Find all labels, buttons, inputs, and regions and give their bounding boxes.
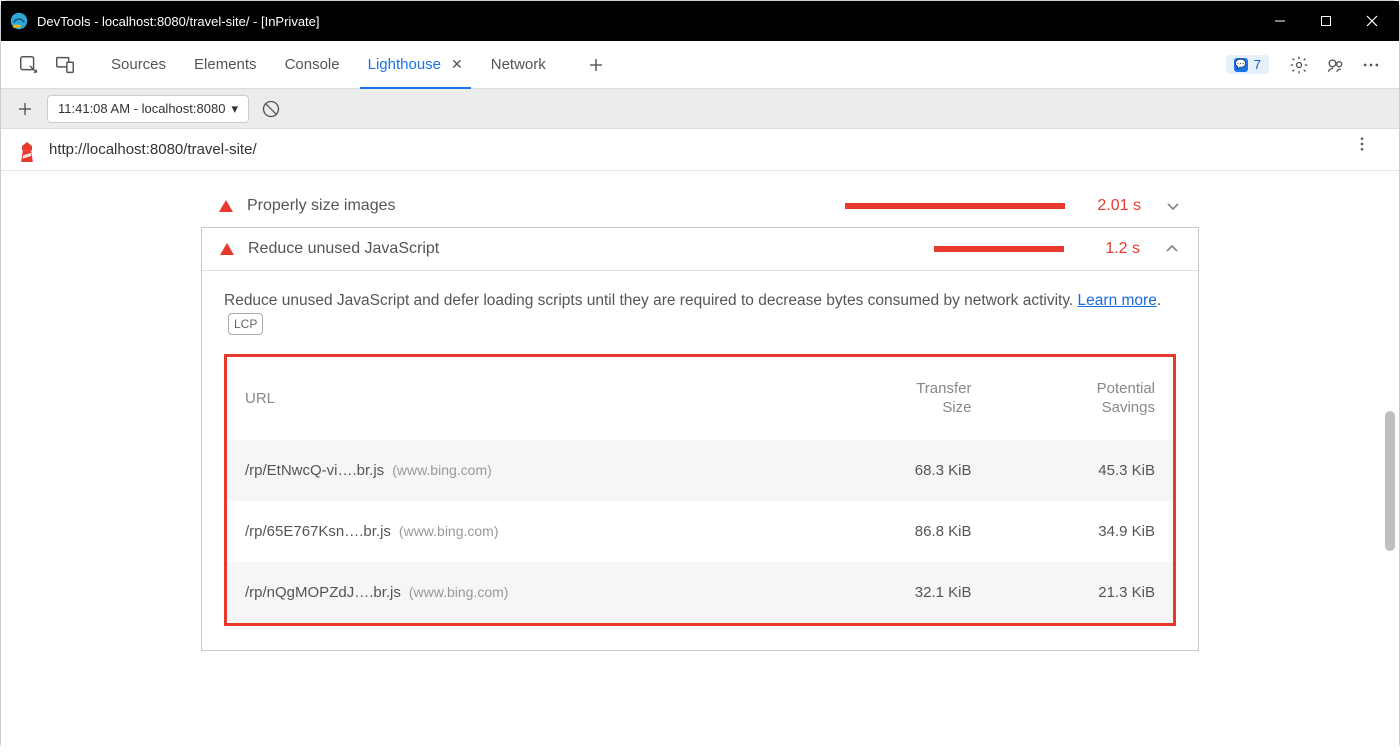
audit-metric: 1.2 s <box>1092 240 1140 258</box>
audit-title: Properly size images <box>247 197 396 215</box>
audit-description: Reduce unused JavaScript and defer loadi… <box>224 289 1176 336</box>
learn-more-link[interactable]: Learn more <box>1078 292 1157 309</box>
transfer-size: 32.1 KiB <box>809 562 989 623</box>
table-row[interactable]: /rp/EtNwcQ-vi….br.js (www.bing.com) 68.3 … <box>227 440 1173 501</box>
clear-icon[interactable] <box>257 95 285 123</box>
chevron-up-icon[interactable] <box>1164 241 1180 257</box>
more-menu-icon[interactable] <box>1353 47 1389 83</box>
window-minimize-button[interactable] <box>1257 1 1303 41</box>
audit-metric: 2.01 s <box>1093 197 1141 215</box>
tab-network[interactable]: Network <box>477 41 560 89</box>
resource-domain: (www.bing.com) <box>399 523 499 539</box>
tab-console[interactable]: Console <box>271 41 354 89</box>
more-tabs-button[interactable] <box>578 47 614 83</box>
audit-body: Reduce unused JavaScript and defer loadi… <box>202 270 1198 650</box>
col-url: URL <box>227 357 809 440</box>
device-toggle-icon[interactable] <box>47 47 83 83</box>
app-icon <box>9 11 29 31</box>
issues-icon: 💬 <box>1234 58 1248 72</box>
tab-label: Sources <box>111 56 166 73</box>
table-row[interactable]: /rp/65E767Ksn….br.js (www.bing.com) 86.8 … <box>227 501 1173 562</box>
audited-url: http://localhost:8080/travel-site/ <box>49 141 257 158</box>
potential-savings: 21.3 KiB <box>990 562 1174 623</box>
vertical-scrollbar[interactable] <box>1381 191 1395 732</box>
tab-lighthouse[interactable]: Lighthouse ✕ <box>354 41 477 89</box>
transfer-size: 86.8 KiB <box>809 501 989 562</box>
tab-elements[interactable]: Elements <box>180 41 271 89</box>
lighthouse-urlbar: http://localhost:8080/travel-site/ <box>1 129 1399 171</box>
col-transfer-size: TransferSize <box>809 357 989 440</box>
audit-row-properly-size-images[interactable]: Properly size images 2.01 s <box>201 185 1199 227</box>
issues-count: 7 <box>1254 57 1261 72</box>
tab-sources[interactable]: Sources <box>97 41 180 89</box>
resource-domain: (www.bing.com) <box>409 584 509 600</box>
resource-path: /rp/65E767Ksn….br.js <box>245 523 391 540</box>
window-titlebar: DevTools - localhost:8080/travel-site/ -… <box>1 1 1399 41</box>
devtools-tabs: Sources Elements Console Lighthouse ✕ Net… <box>1 41 1399 89</box>
lighthouse-icon <box>17 140 37 160</box>
resource-domain: (www.bing.com) <box>392 462 492 478</box>
fail-triangle-icon <box>219 200 233 212</box>
tab-label: Network <box>491 56 546 73</box>
close-icon[interactable]: ✕ <box>451 56 463 73</box>
resource-path: /rp/nQgMOPZdJ….br.js <box>245 584 401 601</box>
inspect-icon[interactable] <box>11 47 47 83</box>
new-report-button[interactable] <box>11 95 39 123</box>
caret-down-icon: ▾ <box>231 101 238 117</box>
col-potential-savings: PotentialSavings <box>990 357 1174 440</box>
report-label: 11:41:08 AM - localhost:8080 <box>58 101 225 116</box>
fail-triangle-icon <box>220 243 234 255</box>
window-title: DevTools - localhost:8080/travel-site/ -… <box>37 14 320 29</box>
audit-title: Reduce unused JavaScript <box>248 240 439 258</box>
table-header-row: URL TransferSize PotentialSavings <box>227 357 1173 440</box>
feedback-icon[interactable] <box>1317 47 1353 83</box>
opportunity-table: URL TransferSize PotentialSavings <box>224 354 1176 626</box>
potential-savings: 45.3 KiB <box>990 440 1174 501</box>
scroll-thumb[interactable] <box>1385 411 1395 551</box>
report-menu-icon[interactable] <box>1353 135 1383 165</box>
audit-header[interactable]: Reduce unused JavaScript 1.2 s <box>202 228 1198 270</box>
chevron-down-icon[interactable] <box>1165 198 1181 214</box>
report-content: Properly size images 2.01 s Reduce unuse… <box>1 171 1399 752</box>
report-selector[interactable]: 11:41:08 AM - localhost:8080 ▾ <box>47 95 249 123</box>
tab-label: Elements <box>194 56 257 73</box>
transfer-size: 68.3 KiB <box>809 440 989 501</box>
impact-bar <box>845 203 1065 209</box>
impact-bar <box>934 246 1064 252</box>
audit-row-reduce-unused-js: Reduce unused JavaScript 1.2 s Reduce un… <box>201 227 1199 651</box>
table-row[interactable]: /rp/nQgMOPZdJ….br.js (www.bing.com) 32.1 … <box>227 562 1173 623</box>
lighthouse-toolbar: 11:41:08 AM - localhost:8080 ▾ <box>1 89 1399 129</box>
resource-path: /rp/EtNwcQ-vi….br.js <box>245 462 384 479</box>
issues-badge[interactable]: 💬 7 <box>1226 55 1269 74</box>
tab-label: Console <box>285 56 340 73</box>
potential-savings: 34.9 KiB <box>990 501 1174 562</box>
tab-label: Lighthouse <box>368 56 441 73</box>
window-maximize-button[interactable] <box>1303 1 1349 41</box>
window-close-button[interactable] <box>1349 1 1395 41</box>
lcp-badge: LCP <box>228 313 263 335</box>
settings-icon[interactable] <box>1281 47 1317 83</box>
